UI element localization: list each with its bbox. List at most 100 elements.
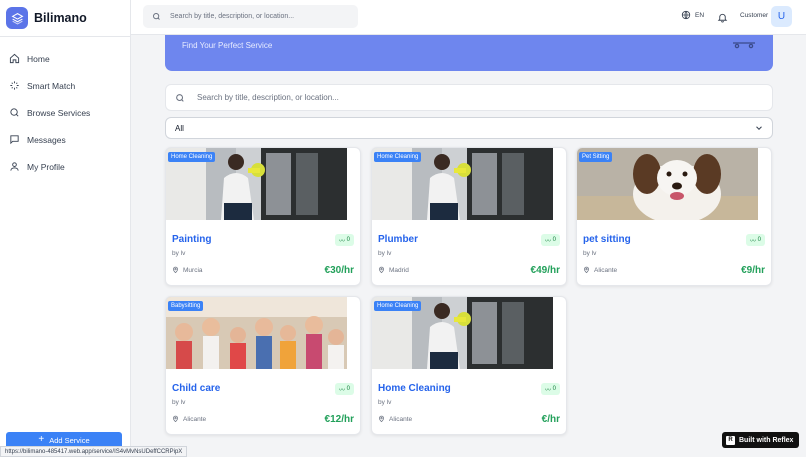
rating-leaf-icon: 〰	[544, 387, 553, 394]
globe-icon	[681, 10, 691, 20]
rating-leaf-icon: 〰	[338, 387, 347, 394]
category-badge: Home Cleaning	[168, 152, 216, 162]
service-title[interactable]: Painting	[172, 234, 211, 245]
provider-name: by lv	[378, 250, 392, 257]
rating-value: 0	[552, 386, 556, 392]
location-label: Alicante	[594, 266, 618, 274]
service-card[interactable]: Home Cleaning Painting 〰 0 by lv Murcia …	[165, 147, 361, 286]
notifications-button[interactable]	[717, 10, 728, 28]
chevron-down-icon	[756, 126, 762, 130]
location: Alicante	[583, 266, 617, 274]
map-pin-icon	[173, 415, 178, 423]
layers-icon	[6, 7, 28, 29]
service-title[interactable]: pet sitting	[583, 234, 631, 245]
hero-banner: Find Your Perfect Service	[165, 35, 773, 71]
service-price: €9/hr	[741, 265, 765, 276]
cart-icon	[733, 42, 755, 49]
filter-value: All	[175, 123, 184, 133]
location-label: Madrid	[389, 266, 409, 274]
service-card[interactable]: Home Cleaning Plumber 〰 0 by lv Madrid €…	[371, 147, 567, 286]
provider-name: by lv	[583, 250, 597, 257]
sidebar-item-label: My Profile	[27, 161, 65, 172]
location: Murcia	[172, 266, 203, 274]
reflex-logo-icon: R	[726, 435, 735, 445]
search-icon	[153, 13, 160, 20]
app-name: Bilimano	[34, 11, 87, 25]
user-role: Customer	[740, 12, 769, 19]
sidebar-item-label: Messages	[27, 134, 66, 145]
search-placeholder: Search by title, description, or locatio…	[170, 13, 295, 20]
location-label: Alicante	[389, 415, 413, 423]
sparkles-icon	[10, 81, 19, 90]
brand[interactable]: Bilimano	[0, 0, 130, 37]
sidebar-item-label: Smart Match	[27, 80, 76, 91]
rating-value: 0	[346, 386, 350, 392]
sidebar-item-my-profile[interactable]: My Profile	[0, 153, 130, 180]
provider-name: by lv	[378, 399, 392, 406]
topbar: Search by title, description, or locatio…	[131, 0, 806, 35]
sidebar-item-browse-services[interactable]: Browse Services	[0, 99, 130, 126]
home-icon	[9, 53, 20, 64]
message-icon	[10, 135, 19, 145]
avatar[interactable]: U	[771, 6, 792, 27]
rating-value: 0	[757, 237, 761, 243]
rating-badge: 〰 0	[334, 383, 354, 395]
rating-leaf-icon: 〰	[338, 238, 347, 245]
search-placeholder: Search by title, description, or locatio…	[197, 93, 339, 102]
rating-badge: 〰 0	[540, 383, 560, 395]
service-card[interactable]: Home Cleaning Home Cleaning 〰 0 by lv Al…	[371, 296, 567, 435]
rating-value: 0	[346, 237, 350, 243]
plus-icon: +	[38, 434, 45, 445]
service-price: €/hr	[541, 414, 560, 425]
sidebar-item-smart-match[interactable]: Smart Match	[0, 72, 130, 99]
location-label: Murcia	[183, 266, 203, 274]
location: Madrid	[378, 266, 409, 274]
sidebar-item-home[interactable]: Home	[0, 45, 130, 72]
category-badge: Home Cleaning	[374, 301, 422, 311]
bell-icon	[717, 13, 728, 23]
service-card[interactable]: Pet Sitting pet sitting 〰 0 by lv Alican…	[576, 147, 772, 286]
language-label: EN	[695, 11, 705, 19]
sidebar-item-label: Browse Services	[27, 107, 91, 118]
sidebar-nav: Home Smart Match Browse Services Message…	[0, 45, 130, 180]
sidebar-item-label: Home	[27, 53, 50, 64]
service-title[interactable]: Plumber	[378, 234, 418, 245]
service-price: €12/hr	[324, 414, 354, 425]
rating-value: 0	[552, 237, 556, 243]
built-with-reflex-badge[interactable]: R Built with Reflex	[722, 432, 799, 448]
banner-subtitle: Find Your Perfect Service	[182, 41, 273, 50]
location-label: Alicante	[183, 415, 207, 423]
location: Alicante	[172, 415, 206, 423]
search-icon	[10, 108, 19, 117]
top-search-input[interactable]: Search by title, description, or locatio…	[143, 5, 358, 28]
sidebar: Bilimano Home Smart Match Browse Service…	[0, 0, 131, 457]
map-pin-icon	[173, 266, 178, 274]
sidebar-item-messages[interactable]: Messages	[0, 126, 130, 153]
rating-leaf-icon: 〰	[749, 238, 758, 245]
add-service-label: Add Service	[49, 435, 90, 445]
service-title[interactable]: Home Cleaning	[378, 383, 451, 394]
rating-badge: 〰 0	[745, 234, 765, 246]
reflex-badge-label: Built with Reflex	[739, 436, 794, 444]
map-pin-icon	[379, 266, 384, 274]
category-badge: Pet Sitting	[579, 152, 613, 162]
service-card[interactable]: Babysitting Child care 〰 0 by lv Alicant…	[165, 296, 361, 435]
service-title[interactable]: Child care	[172, 383, 220, 394]
category-badge: Babysitting	[168, 301, 204, 311]
category-badge: Home Cleaning	[374, 152, 422, 162]
location: Alicante	[378, 415, 412, 423]
language-selector[interactable]: EN	[681, 10, 704, 20]
map-pin-icon	[379, 415, 384, 423]
rating-badge: 〰 0	[334, 234, 354, 246]
provider-name: by lv	[172, 399, 186, 406]
user-icon	[10, 162, 19, 171]
service-price: €30/hr	[324, 265, 354, 276]
provider-name: by lv	[172, 250, 186, 257]
main-search-input[interactable]: Search by title, description, or locatio…	[165, 84, 773, 111]
rating-leaf-icon: 〰	[544, 238, 553, 245]
service-price: €49/hr	[530, 265, 560, 276]
status-bar-url: https://bilimano-485417.web.app/service/…	[0, 446, 188, 457]
search-icon	[176, 93, 184, 102]
rating-badge: 〰 0	[540, 234, 560, 246]
category-filter-select[interactable]: All	[165, 117, 773, 139]
